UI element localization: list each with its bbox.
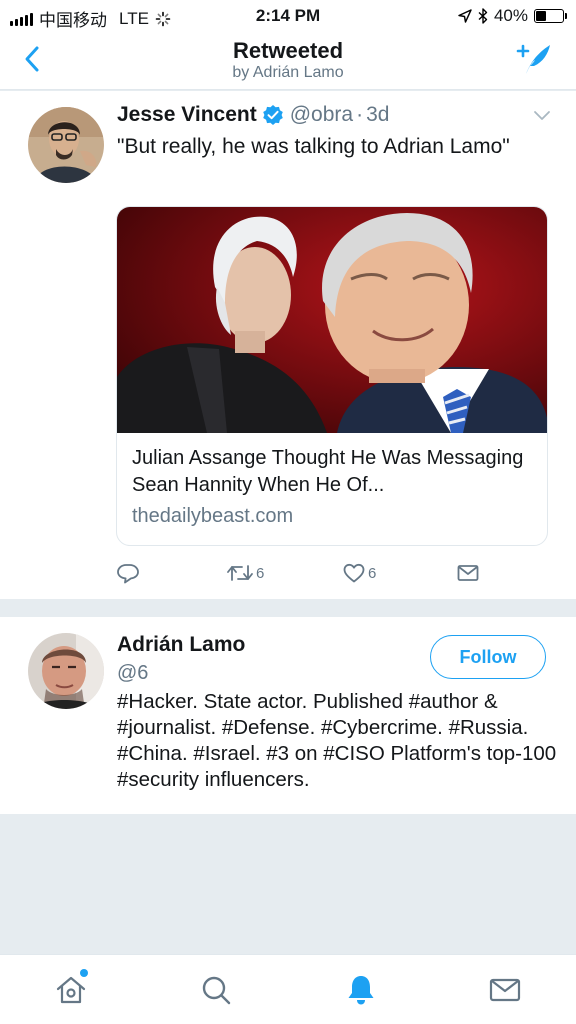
like-button[interactable]: 6: [342, 561, 376, 585]
envelope-icon[interactable]: [488, 973, 522, 1007]
card-image: [117, 207, 547, 433]
search-icon[interactable]: [199, 973, 233, 1007]
home-icon[interactable]: [54, 973, 88, 1007]
status-right: 40%: [458, 6, 567, 26]
tweet-actions: 6 6: [116, 561, 496, 591]
author-handle[interactable]: @obra: [290, 103, 353, 127]
tweet-time: 3d: [366, 103, 390, 126]
retweet-count: 6: [256, 564, 265, 582]
author-name[interactable]: Jesse Vincent: [117, 103, 257, 127]
reply-icon: [117, 564, 139, 584]
user-photo: [28, 107, 104, 183]
tab-bar: [0, 954, 576, 1024]
avatar[interactable]: [28, 107, 104, 183]
nav-header: Retweeted by Adrián Lamo: [0, 30, 576, 90]
user-photo: [28, 633, 104, 709]
card-title: Julian Assange Thought He Was Messaging …: [132, 447, 524, 496]
like-count: 6: [368, 564, 377, 582]
link-card[interactable]: Julian Assange Thought He Was Messaging …: [116, 206, 548, 546]
direct-message-button[interactable]: [456, 561, 480, 585]
battery-icon: [534, 9, 567, 23]
profile-handle[interactable]: @6: [117, 662, 148, 685]
page-subtitle: by Adrián Lamo: [232, 64, 344, 81]
profile-bio: #Hacker. State actor. Published #author …: [117, 690, 557, 791]
battery-percent: 40%: [493, 6, 528, 25]
bell-icon[interactable]: [344, 973, 378, 1007]
tweet-text: "But really, he was talking to Adrian La…: [117, 135, 510, 158]
retweet-button[interactable]: 6: [226, 561, 264, 585]
profile-name[interactable]: Adrián Lamo: [117, 633, 245, 657]
follow-button[interactable]: Follow: [430, 635, 546, 679]
avatar[interactable]: [28, 633, 104, 709]
bluetooth-icon: [478, 8, 488, 24]
tweet[interactable]: Jesse Vincent @obra · 3d "But really, he…: [0, 91, 576, 599]
page-title: Retweeted: [232, 38, 344, 63]
envelope-icon: [457, 565, 479, 581]
location-arrow-icon: [458, 9, 472, 23]
reply-button[interactable]: [116, 561, 140, 585]
card-domain: thedailybeast.com: [132, 505, 294, 527]
separator-dot: ·: [356, 103, 364, 126]
chevron-down-icon[interactable]: [532, 107, 552, 123]
tweet-header: Jesse Vincent @obra · 3d: [117, 103, 389, 127]
user-card[interactable]: Adrián Lamo @6 Follow #Hacker. State act…: [0, 617, 576, 814]
compose-tweet-icon[interactable]: [514, 40, 554, 78]
notification-dot: [80, 969, 88, 977]
heart-icon: [343, 563, 365, 583]
status-bar: 中国移动 LTE 2:14 PM 40%: [0, 0, 576, 30]
retweet-icon: [227, 565, 253, 581]
verified-badge-icon: [262, 105, 283, 125]
